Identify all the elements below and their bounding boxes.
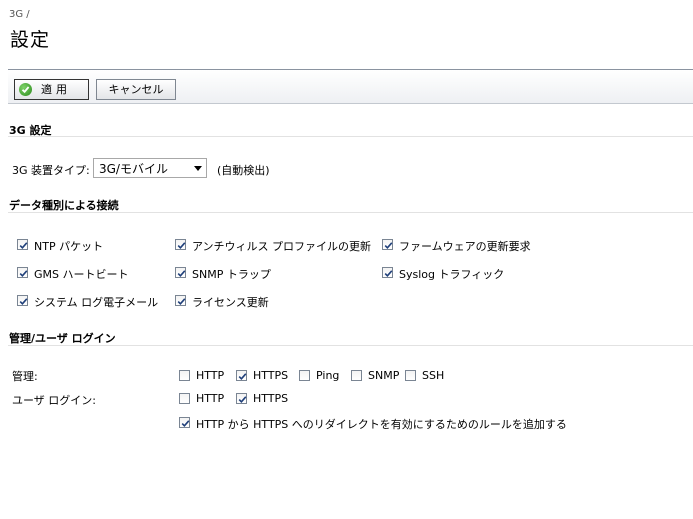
mgmt-ping-label: Ping <box>316 369 340 382</box>
section-divider <box>8 136 693 137</box>
mgmt-ping-checkbox[interactable] <box>299 370 310 381</box>
device-type-select[interactable]: 3G/モバイル <box>93 158 207 178</box>
data-type-1-label: アンチウィルス プロファイルの更新 <box>192 240 372 253</box>
data-type-7-checkbox[interactable] <box>175 295 186 306</box>
mgmt-ssh-checkbox[interactable] <box>405 370 416 381</box>
cancel-button[interactable]: キャンセル <box>96 79 176 100</box>
mgmt-http-label: HTTP <box>196 369 225 382</box>
mgmt-label: 管理: <box>12 370 38 383</box>
toolbar: 適用 キャンセル <box>8 69 693 104</box>
https-redirect-checkbox[interactable] <box>179 417 190 428</box>
data-type-0-checkbox[interactable] <box>17 239 28 250</box>
user-login-https-checkbox[interactable] <box>236 393 247 404</box>
data-type-5-label: Syslog トラフィック <box>399 268 505 281</box>
mgmt-https-label: HTTPS <box>253 369 289 382</box>
user-login-label: ユーザ ログイン: <box>12 394 96 407</box>
device-type-label: 3G 装置タイプ: <box>12 164 90 177</box>
https-redirect-label: HTTP から HTTPS へのリダイレクトを有効にするためのルールを追加する <box>196 418 567 431</box>
data-type-2-label: ファームウェアの更新要求 <box>399 240 531 253</box>
breadcrumb: 3G / <box>9 9 30 20</box>
data-type-3-checkbox[interactable] <box>17 267 28 278</box>
chevron-down-icon <box>194 166 202 171</box>
user-login-http-checkbox[interactable] <box>179 393 190 404</box>
mgmt-snmp-checkbox[interactable] <box>351 370 362 381</box>
cancel-button-label: キャンセル <box>108 83 164 96</box>
checkmark-icon <box>19 83 32 96</box>
data-type-7-label: ライセンス更新 <box>192 296 269 309</box>
section-divider <box>8 345 693 346</box>
section-divider <box>8 212 693 213</box>
data-type-5-checkbox[interactable] <box>382 267 393 278</box>
data-type-6-label: システム ログ電子メール <box>34 296 159 309</box>
mgmt-ssh-label: SSH <box>422 369 445 382</box>
mgmt-snmp-label: SNMP <box>368 369 400 382</box>
user-login-http-label: HTTP <box>196 392 225 405</box>
apply-button-label: 適用 <box>41 83 71 96</box>
data-type-1-checkbox[interactable] <box>175 239 186 250</box>
data-type-4-checkbox[interactable] <box>175 267 186 278</box>
section-title-mgmt: 管理/ユーザ ログイン <box>9 332 116 345</box>
mgmt-https-checkbox[interactable] <box>236 370 247 381</box>
page-title: 設定 <box>10 29 51 51</box>
apply-button[interactable]: 適用 <box>14 79 89 100</box>
user-login-https-label: HTTPS <box>253 392 289 405</box>
device-type-value: 3G/モバイル <box>99 162 168 176</box>
data-type-4-label: SNMP トラップ <box>192 268 271 281</box>
auto-detect-text: (自動検出) <box>217 164 270 177</box>
data-type-6-checkbox[interactable] <box>17 295 28 306</box>
section-title-data: データ種別による接続 <box>9 199 119 212</box>
mgmt-http-checkbox[interactable] <box>179 370 190 381</box>
data-type-3-label: GMS ハートビート <box>34 268 129 281</box>
data-type-2-checkbox[interactable] <box>382 239 393 250</box>
data-type-0-label: NTP パケット <box>34 240 104 253</box>
